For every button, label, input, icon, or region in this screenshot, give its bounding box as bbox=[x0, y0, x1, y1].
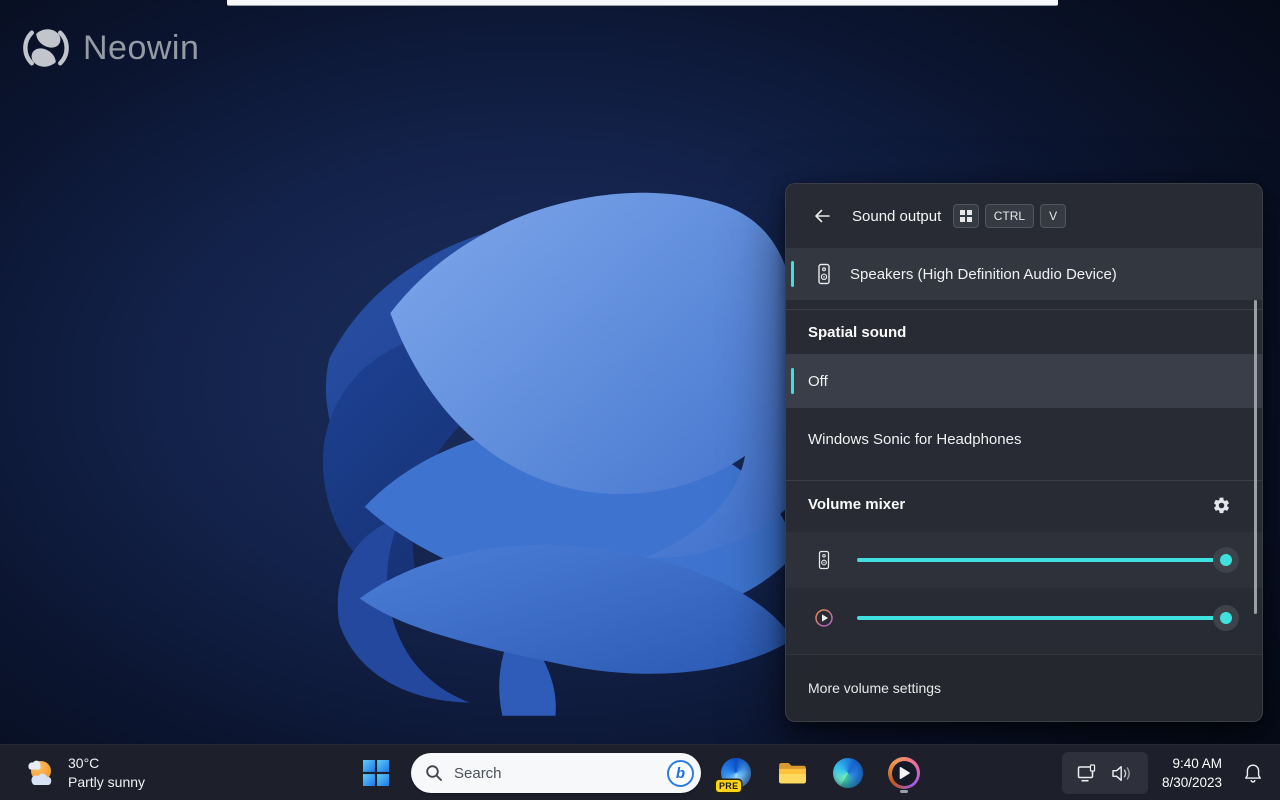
neowin-logo-icon bbox=[22, 24, 70, 72]
speaker-icon bbox=[813, 550, 835, 570]
taskbar: 30°C Partly sunny Search bbox=[0, 744, 1280, 800]
option-label: Off bbox=[808, 373, 828, 390]
slider-thumb[interactable] bbox=[1213, 605, 1239, 631]
slider-fill bbox=[857, 558, 1233, 562]
edge-icon bbox=[833, 758, 863, 788]
taskbar-app-edge-dev[interactable]: PRE bbox=[715, 752, 757, 794]
shortcut-hint: CTRL V bbox=[953, 204, 1066, 228]
windows-start-icon bbox=[363, 760, 389, 786]
tray-date: 8/30/2023 bbox=[1162, 773, 1222, 792]
media-player-icon bbox=[888, 757, 920, 789]
spatial-option-windows-sonic[interactable]: Windows Sonic for Headphones bbox=[786, 412, 1262, 466]
volume-icon bbox=[1110, 762, 1133, 785]
flyout-scroll-area: Spatial sound Off Windows Sonic for Head… bbox=[786, 300, 1262, 656]
edge-dev-icon: PRE bbox=[721, 758, 751, 788]
ctrl-key-badge: CTRL bbox=[985, 204, 1034, 228]
windows-key-icon bbox=[953, 204, 979, 228]
weather-texts: 30°C Partly sunny bbox=[68, 754, 145, 792]
start-button[interactable] bbox=[355, 752, 397, 794]
slider-fill bbox=[857, 616, 1233, 620]
footer-label: More volume settings bbox=[808, 680, 941, 696]
pre-badge: PRE bbox=[716, 780, 741, 792]
output-device-label: Speakers (High Definition Audio Device) bbox=[850, 266, 1117, 283]
clock[interactable]: 9:40 AM 8/30/2023 bbox=[1158, 752, 1226, 794]
bing-chat-icon[interactable]: b bbox=[667, 760, 694, 787]
search-input[interactable]: Search b bbox=[411, 753, 701, 793]
media-player-icon bbox=[813, 608, 835, 628]
weather-widget[interactable]: 30°C Partly sunny bbox=[14, 750, 153, 796]
search-placeholder: Search bbox=[454, 765, 502, 782]
system-volume-slider-row bbox=[786, 532, 1262, 588]
network-display-icon bbox=[1076, 762, 1099, 785]
partly-sunny-icon bbox=[22, 756, 58, 790]
divider bbox=[786, 480, 1262, 481]
weather-temperature: 30°C bbox=[68, 754, 145, 773]
back-button[interactable] bbox=[806, 200, 838, 232]
background-window-edge[interactable] bbox=[227, 0, 1058, 6]
option-label: Windows Sonic for Headphones bbox=[808, 431, 1021, 448]
system-volume-slider[interactable] bbox=[857, 558, 1233, 562]
taskbar-app-file-explorer[interactable] bbox=[771, 752, 813, 794]
speaker-device-icon bbox=[814, 263, 834, 285]
media-player-volume-slider[interactable] bbox=[857, 616, 1233, 620]
output-device-row[interactable]: Speakers (High Definition Audio Device) bbox=[786, 248, 1262, 300]
selected-accent-bar bbox=[791, 368, 794, 394]
divider bbox=[786, 309, 1262, 310]
taskbar-center: Search b PRE bbox=[355, 745, 925, 800]
running-app-indicator bbox=[900, 790, 908, 793]
neowin-logo: Neowin bbox=[22, 24, 199, 72]
flyout-title: Sound output bbox=[852, 208, 941, 225]
flyout-header: Sound output CTRL V bbox=[786, 184, 1262, 248]
bell-icon bbox=[1242, 762, 1264, 784]
neowin-wordmark: Neowin bbox=[83, 29, 199, 68]
notifications-button[interactable] bbox=[1236, 752, 1270, 794]
volume-mixer-header: Volume mixer bbox=[808, 496, 905, 513]
windows-bloom-wallpaper bbox=[268, 160, 798, 716]
v-key-badge: V bbox=[1040, 204, 1066, 228]
spatial-sound-header: Spatial sound bbox=[808, 324, 906, 341]
slider-thumb[interactable] bbox=[1213, 547, 1239, 573]
quick-settings-button[interactable] bbox=[1062, 752, 1148, 794]
taskbar-app-edge[interactable] bbox=[827, 752, 869, 794]
weather-condition: Partly sunny bbox=[68, 773, 145, 792]
system-tray: 9:40 AM 8/30/2023 bbox=[1062, 745, 1270, 800]
back-arrow-icon bbox=[812, 206, 832, 226]
flyout-scrollbar[interactable] bbox=[1254, 300, 1257, 614]
selected-accent-bar bbox=[791, 261, 794, 287]
media-player-volume-slider-row bbox=[786, 590, 1262, 646]
tray-time: 9:40 AM bbox=[1172, 754, 1222, 773]
spatial-option-off[interactable]: Off bbox=[786, 354, 1262, 408]
search-icon bbox=[425, 764, 443, 782]
volume-mixer-settings-button[interactable] bbox=[1206, 490, 1236, 520]
gear-icon bbox=[1212, 496, 1231, 515]
sound-output-flyout: Sound output CTRL V Speakers (High Defin… bbox=[785, 183, 1263, 722]
taskbar-app-media-player[interactable] bbox=[883, 752, 925, 794]
file-explorer-icon bbox=[777, 760, 808, 786]
more-volume-settings-link[interactable]: More volume settings bbox=[786, 654, 1262, 721]
